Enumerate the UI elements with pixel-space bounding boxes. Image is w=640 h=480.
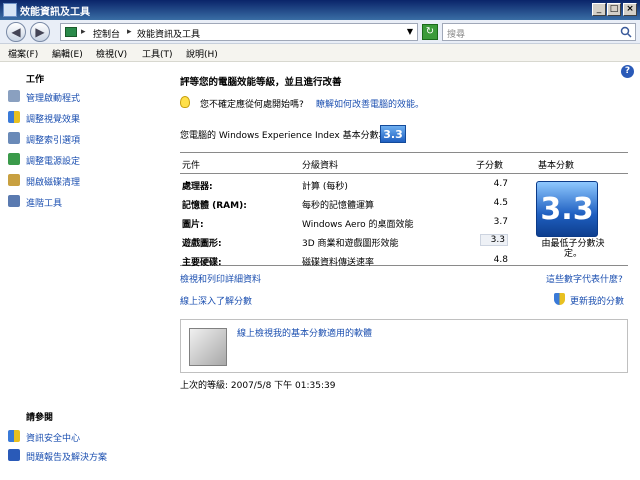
task-pane: 工作 管理啟動程式 調整視覺效果 調整索引選項 調整電源設定 開啟磁碟清理 進階… — [0, 62, 166, 480]
breadcrumb-separator: ▸ — [127, 27, 132, 37]
row-gaming-desc: 3D 商業和遊戲圖形效能 — [302, 239, 399, 249]
advanced-tools-icon — [8, 195, 20, 207]
base-score-badge-small: 3.3 — [380, 125, 406, 143]
menu-edit[interactable]: 編輯(E) — [52, 47, 83, 60]
software-box: 線上檢視我的基本分數適用的軟體 — [180, 319, 628, 373]
problem-reports-icon — [8, 449, 20, 461]
window-title: 效能資訊及工具 — [20, 7, 90, 18]
row-processor-desc: 計算 (每秒) — [302, 182, 348, 192]
help-icon[interactable]: ? — [621, 65, 634, 78]
security-center-icon — [8, 430, 20, 442]
row-processor-subscore: 4.7 — [493, 179, 508, 189]
breadcrumb-root[interactable]: 控制台 — [93, 27, 120, 40]
row-disk-desc: 磁碟資料傳送速率 — [302, 258, 375, 268]
what-numbers-mean-link[interactable]: 這些數字代表什麼? — [546, 272, 623, 285]
startup-programs-icon — [8, 90, 20, 102]
row-memory-desc: 每秒的記憶體運算 — [302, 201, 375, 211]
tip-text: 您不確定應從何處開始嗎? — [200, 100, 304, 110]
row-disk-label: 主要硬碟: — [182, 258, 222, 268]
disk-cleanup-icon — [8, 174, 20, 186]
menu-help[interactable]: 說明(H) — [186, 47, 218, 60]
menu-bar: 檔案(F) 編輯(E) 檢視(V) 工具(T) 說明(H) — [0, 44, 640, 62]
improve-performance-link[interactable]: 瞭解如何改善電腦的效能。 — [316, 97, 424, 110]
last-rating-timestamp: 上次的等級: 2007/5/8 下午 01:35:39 — [180, 381, 336, 391]
menu-file[interactable]: 檔案(F) — [8, 47, 38, 60]
row-graphics-subscore: 3.7 — [493, 217, 508, 227]
score-table: 元件 分級資料 子分數 基本分數 處理器: 計算 (每秒) 4.7 記憶體 (R… — [180, 152, 628, 268]
see-also-heading: 請參閱 — [26, 413, 54, 423]
table-divider — [180, 173, 628, 174]
main-content: ? 評等您的電腦效能等級，並且進行改善 您不確定應從何處開始嗎? 瞭解如何改善電… — [166, 62, 640, 480]
close-button[interactable]: × — [623, 3, 637, 16]
shield-icon — [8, 111, 20, 123]
back-button[interactable]: ◀ — [6, 22, 26, 42]
indexing-icon — [8, 132, 20, 144]
refresh-button[interactable]: ↻ — [422, 24, 438, 40]
menu-view[interactable]: 檢視(V) — [96, 47, 127, 60]
software-box-icon — [189, 328, 227, 366]
search-placeholder: 搜尋 — [447, 30, 466, 40]
lightbulb-icon — [180, 96, 190, 108]
shield-icon — [554, 293, 565, 305]
tasks-heading: 工作 — [26, 75, 45, 85]
row-graphics-label: 圖片: — [182, 220, 204, 230]
power-options-icon — [8, 153, 20, 165]
column-component: 元件 — [182, 161, 201, 171]
row-gaming-label: 遊戲圖形: — [182, 239, 222, 249]
column-subscore: 子分數 — [476, 161, 504, 171]
search-icon[interactable] — [620, 26, 632, 38]
maximize-button[interactable]: □ — [607, 3, 621, 16]
base-score-text: 您電腦的 Windows Experience Index 基本分數為 — [180, 131, 388, 141]
control-panel-icon — [65, 27, 77, 37]
chevron-down-icon[interactable]: ▼ — [407, 27, 413, 36]
menu-tools[interactable]: 工具(T) — [142, 47, 173, 60]
row-graphics-desc: Windows Aero 的桌面效能 — [302, 220, 414, 230]
row-memory-subscore: 4.5 — [493, 198, 508, 208]
view-software-link[interactable]: 線上檢視我的基本分數適用的軟體 — [237, 326, 372, 339]
learn-scores-online-link[interactable]: 線上深入了解分數 — [180, 294, 252, 307]
column-rating: 分級資料 — [302, 161, 339, 171]
title-bar: 效能資訊及工具 _ □ × — [0, 0, 640, 20]
base-score-badge: 3.3 — [536, 181, 598, 237]
row-processor-label: 處理器: — [182, 182, 213, 192]
minimize-button[interactable]: _ — [592, 3, 606, 16]
view-print-details-link[interactable]: 檢視和列印詳細資料 — [180, 272, 261, 285]
app-icon — [3, 3, 17, 17]
breadcrumb-current[interactable]: 效能資訊及工具 — [137, 27, 200, 40]
forward-button[interactable]: ▶ — [30, 22, 50, 42]
row-gaming-subscore: 3.3 — [480, 234, 508, 246]
breadcrumb-separator: ▸ — [81, 27, 86, 37]
row-disk-subscore: 4.8 — [493, 255, 508, 265]
row-memory-label: 記憶體 (RAM): — [182, 201, 247, 211]
base-score-caption: 由最低子分數決定。 — [541, 239, 605, 259]
column-base-score: 基本分數 — [538, 161, 575, 171]
address-toolbar: ◀ ▶ ▸ 控制台 ▸ 效能資訊及工具 ▼ ↻ 搜尋 — [0, 20, 640, 44]
page-title: 評等您的電腦效能等級，並且進行改善 — [180, 77, 342, 88]
address-field[interactable]: ▸ 控制台 ▸ 效能資訊及工具 ▼ — [60, 23, 418, 41]
search-input[interactable]: 搜尋 — [442, 23, 636, 41]
update-score-link[interactable]: 更新我的分數 — [570, 294, 624, 307]
